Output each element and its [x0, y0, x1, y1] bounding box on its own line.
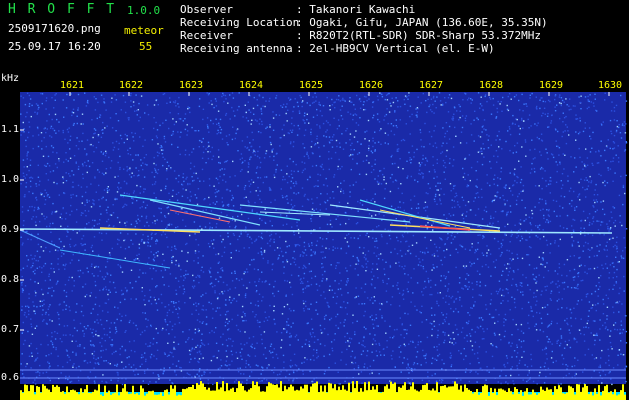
x-tick: 1629: [539, 80, 564, 91]
x-tick: 1624: [239, 80, 264, 91]
spectrogram-background: [20, 92, 626, 384]
x-tick: 1625: [299, 80, 324, 91]
x-tick: 1628: [479, 80, 504, 91]
y-tick: 0.7: [1, 324, 20, 335]
y-tick: 1.1: [1, 124, 20, 135]
x-tick: 1623: [179, 80, 204, 91]
spectrogram-plot: [19, 92, 628, 400]
x-tick: 1621: [60, 80, 85, 91]
y-tick: 0.6: [1, 372, 20, 383]
x-tick: 1622: [119, 80, 144, 91]
x-tick: 1630: [598, 80, 623, 91]
x-tick: 1627: [419, 80, 444, 91]
y-tick: 0.8: [1, 274, 20, 285]
y-tick: 1.0: [1, 174, 20, 185]
y-tick: 0.9: [1, 224, 20, 235]
axis-unit: kHz: [1, 73, 20, 84]
x-tick: 1626: [359, 80, 384, 91]
